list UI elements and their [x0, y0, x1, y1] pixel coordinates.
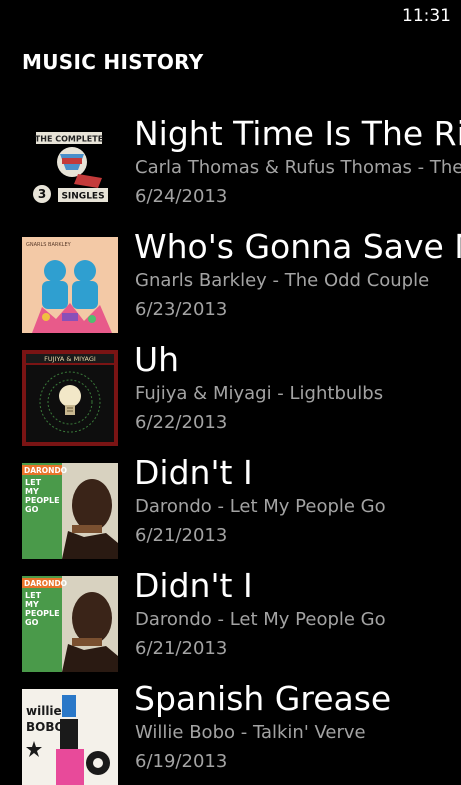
track-date: 6/22/2013	[135, 412, 228, 433]
track-artist-album: Fujiya & Miyagi - Lightbulbs	[135, 383, 384, 404]
track-date: 6/21/2013	[135, 525, 228, 546]
status-bar: 11:31	[0, 0, 461, 32]
history-item[interactable]: DARONDO LET MY PEOPLE GO Didn't I Darond…	[0, 459, 461, 559]
art-text-my: MY	[25, 487, 39, 496]
history-item[interactable]: GNARLS BARKLEY Who's Gonna Save My Soul …	[0, 233, 461, 333]
art-text-fujiya: FUJIYA & MIYAGI	[44, 355, 96, 363]
history-item[interactable]: willie BOBO Spanish Grease Willie Bobo -…	[0, 685, 461, 785]
track-date: 6/23/2013	[135, 299, 228, 320]
talkin-verve-album-art: willie BOBO	[22, 689, 118, 785]
track-title: Didn't I	[134, 572, 253, 605]
art-text-willie: willie	[26, 704, 62, 718]
track-artist-album: Carla Thomas & Rufus Thomas - The Comple…	[135, 157, 461, 178]
history-item[interactable]: THE COMPLETE 3 SINGLES Night Time Is The…	[0, 120, 461, 220]
track-title: Spanish Grease	[134, 685, 392, 718]
let-my-people-go-album-art: DARONDO LET MY PEOPLE GO	[22, 463, 118, 559]
status-clock: 11:31	[402, 6, 451, 26]
track-title: Who's Gonna Save My Soul	[134, 233, 461, 266]
odd-couple-album-art: GNARLS BARKLEY	[22, 237, 118, 333]
complete-singles-album-art: THE COMPLETE 3 SINGLES	[22, 124, 118, 220]
track-date: 6/24/2013	[135, 186, 228, 207]
art-text-go: GO	[25, 618, 39, 627]
art-text-darondo: DARONDO	[24, 466, 67, 475]
art-text-go: GO	[25, 505, 39, 514]
art-text-singles: SINGLES	[61, 192, 104, 202]
track-artist-album: Willie Bobo - Talkin' Verve	[135, 722, 366, 743]
track-title: Uh	[134, 346, 180, 379]
art-text-gnarls: GNARLS BARKLEY	[26, 242, 72, 248]
art-text-my: MY	[25, 600, 39, 609]
art-text-number: 3	[38, 187, 46, 201]
art-text-bobo: BOBO	[26, 720, 65, 734]
track-title: Didn't I	[134, 459, 253, 492]
track-artist-album: Gnarls Barkley - The Odd Couple	[135, 270, 430, 291]
track-title: Night Time Is The Right Time	[134, 120, 461, 153]
track-artist-album: Darondo - Let My People Go	[135, 496, 386, 517]
history-item[interactable]: DARONDO LET MY PEOPLE GO Didn't I Darond…	[0, 572, 461, 672]
page-title: MUSIC HISTORY	[22, 50, 204, 74]
art-text-complete: THE COMPLETE	[35, 135, 103, 144]
art-text-people: PEOPLE	[25, 609, 60, 618]
art-text-darondo: DARONDO	[24, 579, 67, 588]
art-text-let: LET	[25, 591, 42, 600]
let-my-people-go-album-art: DARONDO LET MY PEOPLE GO	[22, 576, 118, 672]
history-item[interactable]: FUJIYA & MIYAGI Uh Fujiya & Miyagi - Lig…	[0, 346, 461, 446]
art-text-people: PEOPLE	[25, 496, 60, 505]
lightbulbs-album-art: FUJIYA & MIYAGI	[22, 350, 118, 446]
track-artist-album: Darondo - Let My People Go	[135, 609, 386, 630]
art-text-let: LET	[25, 478, 42, 487]
track-date: 6/21/2013	[135, 638, 228, 659]
track-date: 6/19/2013	[135, 751, 228, 772]
